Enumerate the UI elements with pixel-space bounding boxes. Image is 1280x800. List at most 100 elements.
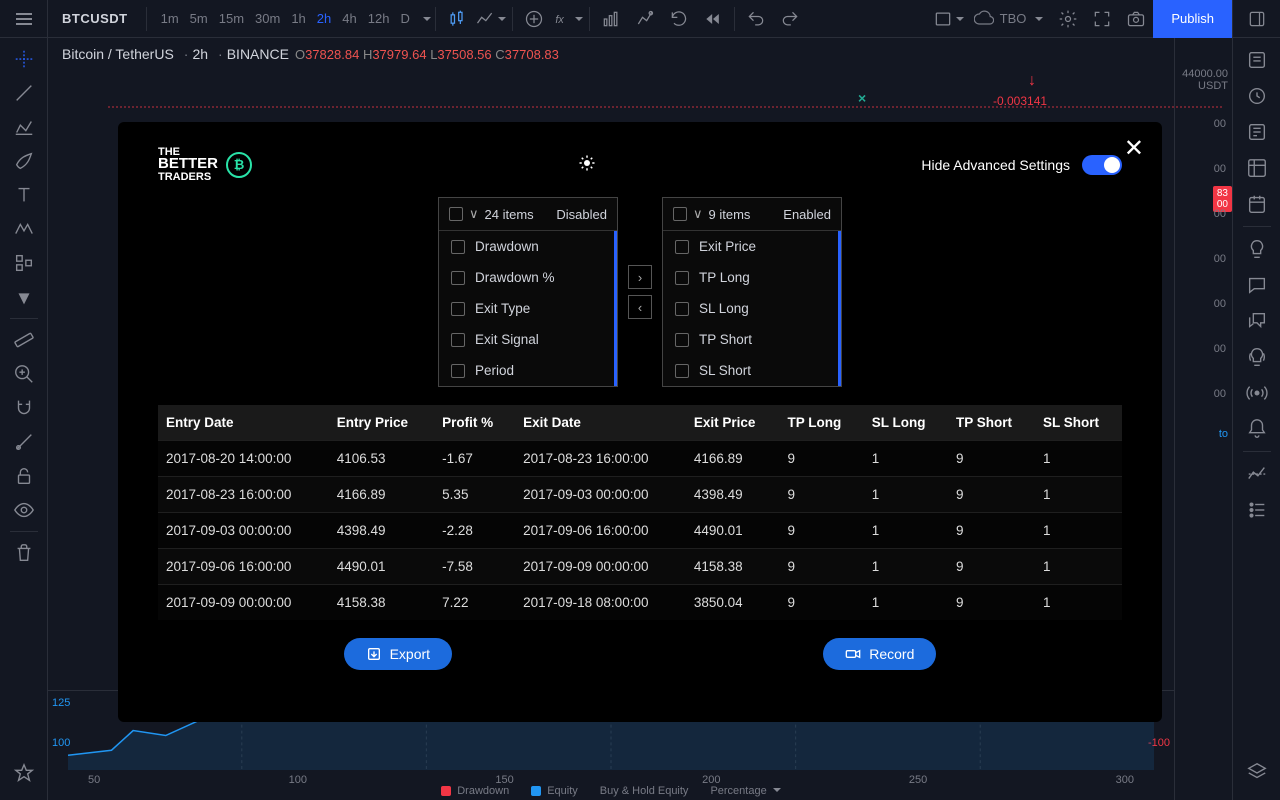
menu-button[interactable] [0, 0, 48, 38]
checkbox[interactable] [451, 240, 465, 254]
trash-tool-icon[interactable] [0, 536, 48, 570]
checkbox[interactable] [451, 271, 465, 285]
compare-icon[interactable] [517, 0, 551, 38]
table-header[interactable]: Profit % [434, 405, 515, 441]
column-option[interactable]: Exit Signal [439, 324, 617, 355]
column-option[interactable]: Drawdown % [439, 262, 617, 293]
checkbox[interactable] [451, 364, 465, 378]
fullscreen-icon[interactable] [1085, 0, 1119, 38]
lock-tool-icon[interactable] [0, 459, 48, 493]
table-header[interactable]: Entry Date [158, 405, 329, 441]
column-option[interactable]: Exit Price [663, 231, 841, 262]
timeframe-1m[interactable]: 1m [161, 11, 179, 26]
table-header[interactable]: TP Short [948, 405, 1035, 441]
indicators-icon[interactable] [474, 0, 508, 38]
checkbox[interactable] [675, 302, 689, 316]
redo-icon[interactable] [773, 0, 807, 38]
hotlist-icon[interactable] [1233, 150, 1280, 186]
timeframe-30m[interactable]: 30m [255, 11, 280, 26]
select-all-checkbox[interactable] [673, 207, 687, 221]
private-chat-icon[interactable] [1233, 303, 1280, 339]
column-option[interactable]: Period [439, 355, 617, 386]
timeframe-more-icon[interactable] [423, 17, 431, 25]
calendar-icon[interactable] [1233, 186, 1280, 222]
move-left-button[interactable]: ‹ [628, 295, 652, 319]
magnet-tool-icon[interactable] [0, 391, 48, 425]
icon-tool-icon[interactable] [0, 280, 48, 314]
notifications-icon[interactable] [1233, 411, 1280, 447]
timeframe-4h[interactable]: 4h [342, 11, 356, 26]
news-icon[interactable] [1233, 114, 1280, 150]
symbol-label[interactable]: BTCUSDT [48, 11, 142, 26]
template-icon[interactable] [594, 0, 628, 38]
checkbox[interactable] [675, 240, 689, 254]
alert-icon[interactable] [628, 0, 662, 38]
column-option[interactable]: Exit Type [439, 293, 617, 324]
column-option[interactable]: SL Long [663, 293, 841, 324]
replay-icon[interactable] [662, 0, 696, 38]
column-option[interactable]: SL Short [663, 355, 841, 386]
checkbox[interactable] [675, 364, 689, 378]
stream-icon[interactable] [1233, 339, 1280, 375]
stack-icon[interactable] [1233, 754, 1280, 790]
table-row[interactable]: 2017-09-03 00:00:004398.49-2.282017-09-0… [158, 513, 1122, 549]
object-tree-icon[interactable] [1233, 492, 1280, 528]
trendline-tool-icon[interactable] [0, 76, 48, 110]
table-header[interactable]: Exit Date [515, 405, 686, 441]
fx-icon[interactable]: fx [551, 0, 585, 38]
star-tool-icon[interactable] [0, 756, 48, 790]
dom-icon[interactable] [1233, 456, 1280, 492]
table-row[interactable]: 2017-08-23 16:00:004166.895.352017-09-03… [158, 477, 1122, 513]
table-header[interactable]: SL Long [864, 405, 948, 441]
text-tool-icon[interactable] [0, 178, 48, 212]
undo-icon[interactable] [739, 0, 773, 38]
table-header[interactable]: Exit Price [686, 405, 780, 441]
candles-icon[interactable] [440, 0, 474, 38]
broadcast-icon[interactable] [1233, 375, 1280, 411]
table-row[interactable]: 2017-09-09 00:00:004158.387.222017-09-18… [158, 585, 1122, 621]
publish-button[interactable]: Publish [1153, 0, 1232, 38]
select-all-checkbox[interactable] [449, 207, 463, 221]
checkbox[interactable] [675, 333, 689, 347]
timeframe-5m[interactable]: 5m [190, 11, 208, 26]
eye-tool-icon[interactable] [0, 493, 48, 527]
checkbox[interactable] [451, 333, 465, 347]
checkbox[interactable] [451, 302, 465, 316]
move-right-button[interactable]: › [628, 265, 652, 289]
alerts-icon[interactable] [1233, 78, 1280, 114]
timeframe-1h[interactable]: 1h [291, 11, 305, 26]
rewind-icon[interactable] [696, 0, 730, 38]
settings-icon[interactable] [1051, 0, 1085, 38]
right-panel-toggle[interactable] [1232, 0, 1280, 38]
timeframe-12h[interactable]: 12h [368, 11, 390, 26]
save-indicator[interactable]: TBO [966, 9, 1052, 29]
timeframe-15m[interactable]: 15m [219, 11, 244, 26]
close-icon[interactable]: ✕ [1124, 134, 1144, 163]
checkbox[interactable] [675, 271, 689, 285]
table-row[interactable]: 2017-09-06 16:00:004490.01-7.582017-09-0… [158, 549, 1122, 585]
forecast-tool-icon[interactable] [0, 246, 48, 280]
record-button[interactable]: Record [823, 638, 936, 670]
table-row[interactable]: 2017-08-20 14:00:004106.53-1.672017-08-2… [158, 441, 1122, 477]
chat-icon[interactable] [1233, 267, 1280, 303]
watchlist-icon[interactable] [1233, 42, 1280, 78]
pattern-tool-icon[interactable] [0, 212, 48, 246]
column-option[interactable]: TP Short [663, 324, 841, 355]
layout-icon[interactable] [932, 0, 966, 38]
adv-toggle[interactable] [1082, 155, 1122, 175]
cross-tool-icon[interactable] [0, 42, 48, 76]
column-option[interactable]: Drawdown [439, 231, 617, 262]
timeframe-2h[interactable]: 2h [317, 11, 331, 26]
ideas-icon[interactable] [1233, 231, 1280, 267]
zoom-tool-icon[interactable] [0, 357, 48, 391]
table-header[interactable]: TP Long [780, 405, 864, 441]
brush-tool-icon[interactable] [0, 144, 48, 178]
chart-area[interactable]: Bitcoin / TetherUS 2h BINANCE O37828.84 … [48, 38, 1232, 800]
table-header[interactable]: SL Short [1035, 405, 1122, 441]
snapshot-icon[interactable] [1119, 0, 1153, 38]
measure-tool-icon[interactable] [0, 323, 48, 357]
column-option[interactable]: TP Long [663, 262, 841, 293]
export-button[interactable]: Export [344, 638, 452, 670]
timeframe-D[interactable]: D [400, 11, 409, 26]
theme-toggle[interactable] [578, 154, 596, 175]
